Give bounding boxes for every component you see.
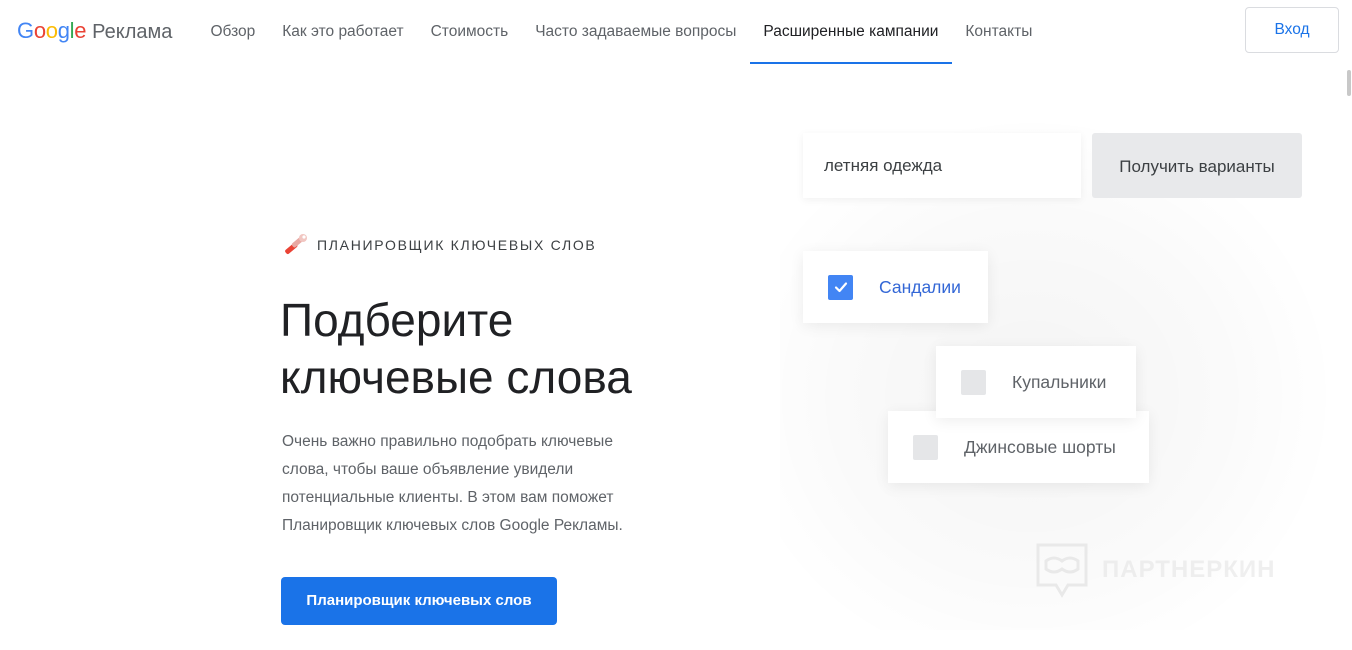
description-line: потенциальные клиенты. В этом вам поможе…	[282, 489, 614, 506]
nav-advanced-campaigns[interactable]: Расширенные кампании	[749, 0, 952, 64]
suggestion-card-swimsuits[interactable]: Купальники	[936, 346, 1136, 418]
title-line: ключевые слова	[280, 351, 632, 403]
watermark-text: ПАРТНЕРКИН	[1102, 556, 1276, 583]
checkbox-unchecked[interactable]	[961, 369, 986, 395]
suggestion-label: Купальники	[1012, 371, 1107, 392]
nav-how-it-works[interactable]: Как это работает	[269, 0, 417, 64]
page-title: Подберите ключевые слова	[280, 292, 632, 406]
top-header: Google Реклама Обзор Как это работает Ст…	[0, 0, 1352, 64]
description-line: слова, чтобы ваше объявление увидели	[282, 461, 574, 478]
scrollbar-thumb[interactable]	[1347, 70, 1351, 96]
watermark: ПАРТНЕРКИН	[1034, 541, 1276, 599]
get-ideas-button[interactable]: Получить варианты	[1092, 133, 1302, 198]
wrench-icon	[285, 234, 307, 254]
login-button[interactable]: Вход	[1245, 7, 1339, 53]
checkbox-unchecked[interactable]	[913, 434, 938, 460]
suggestion-card-sandals[interactable]: Сандалии	[803, 251, 988, 323]
nav-overview[interactable]: Обзор	[197, 0, 269, 64]
suggestion-label: Сандалии	[879, 276, 961, 297]
description-line: Планировщик ключевых слов Google Рекламы…	[282, 517, 623, 534]
checkbox-checked[interactable]	[828, 274, 853, 300]
nav-pricing[interactable]: Стоимость	[417, 0, 522, 64]
check-icon	[834, 282, 847, 293]
product-name: Реклама	[92, 21, 173, 43]
eyebrow-label: ПЛАНИРОВЩИК КЛЮЧЕВЫХ СЛОВ	[317, 237, 597, 253]
hero-description: Очень важно правильно подобрать ключевые…	[282, 428, 652, 540]
keyword-planner-button[interactable]: Планировщик ключевых слов	[281, 577, 557, 625]
google-wordmark: Google	[17, 18, 87, 43]
title-line: Подберите	[280, 294, 514, 346]
mask-icon	[1036, 543, 1088, 598]
nav-contacts[interactable]: Контакты	[952, 0, 1046, 64]
suggestion-card-denim-shorts[interactable]: Джинсовые шорты	[888, 411, 1149, 483]
main-nav: Обзор Как это работает Стоимость Часто з…	[197, 0, 1046, 64]
suggestion-label: Джинсовые шорты	[964, 436, 1116, 457]
nav-faq[interactable]: Часто задаваемые вопросы	[522, 0, 750, 64]
google-ads-logo[interactable]: Google Реклама	[17, 18, 172, 46]
description-line: Очень важно правильно подобрать ключевые	[282, 433, 613, 450]
keyword-search-input[interactable]: летняя одежда	[803, 133, 1081, 198]
section-eyebrow: ПЛАНИРОВЩИК КЛЮЧЕВЫХ СЛОВ	[282, 232, 596, 258]
